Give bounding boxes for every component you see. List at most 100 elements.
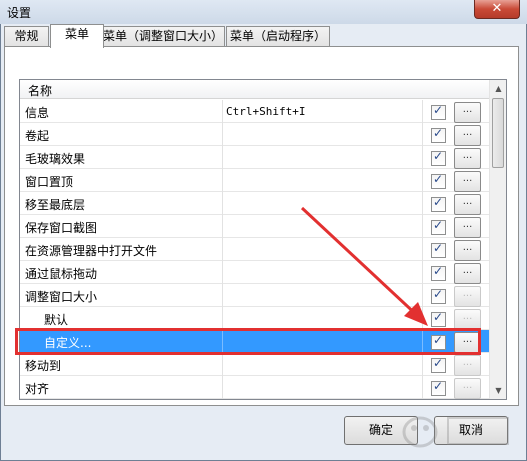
item-name: 调整窗口大小 bbox=[25, 290, 98, 304]
options-button[interactable]: ... bbox=[454, 125, 481, 146]
checkmark-icon: ✓ bbox=[433, 379, 444, 393]
options-button[interactable]: ... bbox=[454, 102, 481, 123]
checkmark-icon: ✓ bbox=[433, 310, 444, 324]
options-button[interactable]: ... bbox=[454, 309, 481, 330]
checkmark-icon: ✓ bbox=[433, 126, 444, 140]
item-name: 对齐 bbox=[25, 382, 50, 396]
vertical-scrollbar[interactable]: ▲ ▼ bbox=[489, 80, 506, 399]
item-name: 默认 bbox=[44, 313, 69, 327]
column-divider bbox=[222, 307, 223, 330]
column-divider bbox=[222, 215, 223, 238]
item-name: 毛玻璃效果 bbox=[25, 152, 86, 166]
checkmark-icon: ✓ bbox=[433, 356, 444, 370]
column-divider bbox=[222, 192, 223, 215]
enable-checkbox[interactable]: ✓ bbox=[431, 172, 446, 189]
column-divider bbox=[222, 123, 223, 146]
column-divider bbox=[222, 238, 223, 261]
enable-checkbox[interactable]: ✓ bbox=[431, 287, 446, 304]
enable-checkbox[interactable]: ✓ bbox=[431, 356, 446, 373]
column-divider bbox=[422, 123, 423, 146]
list-item[interactable]: 对齐 ✓... bbox=[20, 376, 490, 399]
tab-2[interactable]: 菜单（调整窗口大小） bbox=[101, 26, 225, 47]
list-item[interactable]: 卷起 ✓... bbox=[20, 123, 490, 146]
options-button[interactable]: ... bbox=[454, 194, 481, 215]
scroll-thumb[interactable] bbox=[492, 98, 504, 168]
checkmark-icon: ✓ bbox=[433, 241, 444, 255]
options-button[interactable]: ... bbox=[454, 378, 481, 399]
item-name: 移至最底层 bbox=[25, 198, 86, 212]
enable-checkbox[interactable]: ✓ bbox=[431, 241, 446, 258]
checkmark-icon: ✓ bbox=[433, 287, 444, 301]
list-item[interactable]: 保存窗口截图 ✓... bbox=[20, 215, 490, 238]
list-item[interactable]: 窗口置顶 ✓... bbox=[20, 169, 490, 192]
enable-checkbox[interactable]: ✓ bbox=[431, 126, 446, 143]
item-name: 信息 bbox=[25, 106, 50, 120]
highlight-annotation-box bbox=[15, 328, 481, 355]
list-item[interactable]: 默认 ✓... bbox=[20, 307, 490, 330]
watermark-logo bbox=[402, 416, 509, 448]
checkmark-icon: ✓ bbox=[433, 103, 444, 117]
column-divider bbox=[422, 215, 423, 238]
column-divider bbox=[422, 353, 423, 376]
item-name: 窗口置顶 bbox=[25, 175, 74, 189]
options-button[interactable]: ... bbox=[454, 148, 481, 169]
column-divider bbox=[422, 192, 423, 215]
checkmark-icon: ✓ bbox=[433, 218, 444, 232]
list-item[interactable]: 通过鼠标拖动 ✓... bbox=[20, 261, 490, 284]
item-name: 在资源管理器中打开文件 bbox=[25, 244, 158, 258]
options-button[interactable]: ... bbox=[454, 240, 481, 261]
column-divider bbox=[422, 146, 423, 169]
tab-1[interactable]: 菜单 bbox=[50, 24, 104, 48]
enable-checkbox[interactable]: ✓ bbox=[431, 310, 446, 327]
title-bar: 设置 ✕ bbox=[0, 0, 527, 24]
options-button[interactable]: ... bbox=[454, 217, 481, 238]
enable-checkbox[interactable]: ✓ bbox=[431, 103, 446, 120]
column-divider bbox=[222, 376, 223, 399]
options-button[interactable]: ... bbox=[454, 355, 481, 376]
enable-checkbox[interactable]: ✓ bbox=[431, 195, 446, 212]
checkmark-icon: ✓ bbox=[433, 195, 444, 209]
enable-checkbox[interactable]: ✓ bbox=[431, 149, 446, 166]
item-name: 保存窗口截图 bbox=[25, 221, 98, 235]
options-button[interactable]: ... bbox=[454, 263, 481, 284]
close-button[interactable]: ✕ bbox=[474, 0, 520, 19]
column-divider bbox=[422, 261, 423, 284]
window-title: 设置 bbox=[7, 6, 32, 20]
column-divider bbox=[222, 146, 223, 169]
scroll-up-icon[interactable]: ▲ bbox=[490, 80, 506, 97]
scroll-down-icon[interactable]: ▼ bbox=[490, 382, 506, 399]
column-divider bbox=[422, 307, 423, 330]
item-name: 卷起 bbox=[25, 129, 50, 143]
list-item[interactable]: 调整窗口大小 ✓... bbox=[20, 284, 490, 307]
enable-checkbox[interactable]: ✓ bbox=[431, 218, 446, 235]
column-divider bbox=[222, 284, 223, 307]
enable-checkbox[interactable]: ✓ bbox=[431, 264, 446, 281]
column-header-name: 名称 bbox=[28, 84, 53, 98]
column-divider bbox=[422, 376, 423, 399]
list-item[interactable]: 移动到 ✓... bbox=[20, 353, 490, 376]
list-item[interactable]: 移至最底层 ✓... bbox=[20, 192, 490, 215]
list-item[interactable]: 毛玻璃效果 ✓... bbox=[20, 146, 490, 169]
hotkey-text[interactable]: Ctrl+Shift+I bbox=[226, 105, 305, 118]
checkmark-icon: ✓ bbox=[433, 264, 444, 278]
column-divider bbox=[422, 284, 423, 307]
item-name: 移动到 bbox=[25, 359, 62, 373]
column-header[interactable]: 名称 bbox=[20, 80, 490, 99]
tab-0[interactable]: 常规 bbox=[4, 26, 49, 47]
item-name: 通过鼠标拖动 bbox=[25, 267, 98, 281]
column-divider bbox=[222, 261, 223, 284]
list-item[interactable]: 信息 Ctrl+Shift+I ✓... bbox=[20, 100, 490, 123]
list-item[interactable]: 在资源管理器中打开文件 ✓... bbox=[20, 238, 490, 261]
column-divider bbox=[222, 100, 223, 123]
tab-3[interactable]: 菜单（启动程序） bbox=[226, 26, 330, 47]
column-divider bbox=[222, 353, 223, 376]
options-button[interactable]: ... bbox=[454, 286, 481, 307]
checkmark-icon: ✓ bbox=[433, 149, 444, 163]
column-divider bbox=[422, 100, 423, 123]
column-divider bbox=[422, 238, 423, 261]
enable-checkbox[interactable]: ✓ bbox=[431, 379, 446, 396]
options-button[interactable]: ... bbox=[454, 171, 481, 192]
checkmark-icon: ✓ bbox=[433, 172, 444, 186]
column-divider bbox=[222, 169, 223, 192]
column-divider bbox=[422, 169, 423, 192]
